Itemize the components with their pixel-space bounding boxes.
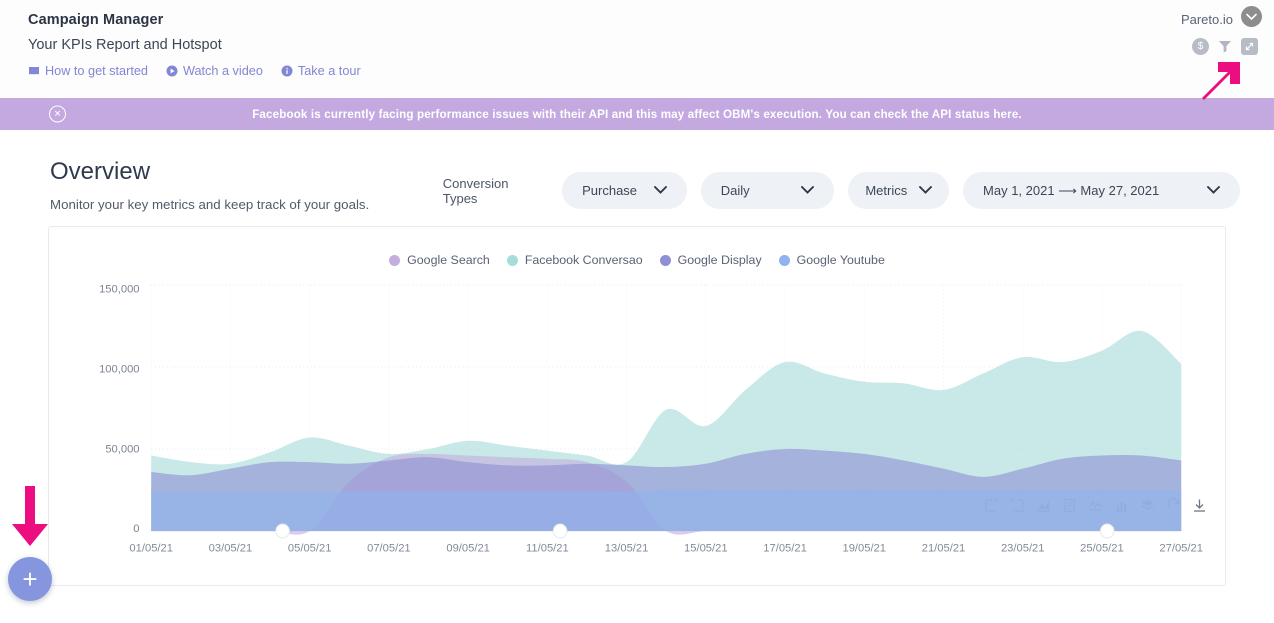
granularity-value: Daily — [721, 183, 750, 198]
legend-color-dot — [507, 255, 518, 266]
chart-legend: Google Search Facebook Conversao Google Di… — [49, 227, 1225, 267]
legend-item[interactable]: Google Display — [660, 253, 762, 267]
range-slider-handle — [276, 524, 290, 538]
page-title: Overview — [50, 158, 443, 186]
main-content: Overview Monitor your key metrics and ke… — [0, 130, 1274, 623]
metrics-dropdown[interactable]: Metrics — [848, 172, 949, 209]
chart-card: Google Search Facebook Conversao Google Di… — [48, 226, 1226, 586]
app-title: Campaign Manager — [28, 12, 1256, 28]
filter-bar: Conversion Types Purchase Daily Metrics — [443, 158, 1240, 209]
legend-label: Google Youtube — [797, 253, 885, 267]
help-links: How to get started Watch a video Take a … — [28, 64, 1256, 78]
area-chart-plot[interactable] — [49, 275, 1225, 575]
add-button[interactable]: + — [8, 557, 52, 601]
conversion-type-value: Purchase — [582, 183, 637, 198]
chevron-down-icon — [919, 185, 932, 197]
banner-close-icon[interactable]: ✕ — [49, 106, 66, 123]
banner-message: Facebook is currently facing performance… — [252, 108, 1022, 121]
filter-funnel-icon[interactable] — [1216, 37, 1234, 55]
legend-item[interactable]: Google Youtube — [779, 253, 885, 267]
legend-label: Google Display — [678, 253, 762, 267]
header-icon-row: $ — [1192, 37, 1258, 55]
help-link-label: Take a tour — [298, 64, 361, 78]
metrics-value: Metrics — [865, 183, 907, 198]
legend-item[interactable]: Google Search — [389, 253, 490, 267]
range-slider-handle — [1100, 524, 1114, 538]
date-range-dropdown[interactable]: May 1, 2021 ⟶ May 27, 2021 — [963, 172, 1240, 209]
expand-icon[interactable] — [1241, 38, 1258, 55]
chevron-down-icon — [801, 185, 814, 197]
book-icon — [28, 65, 40, 77]
help-link-take-tour[interactable]: Take a tour — [281, 64, 361, 78]
app-header: Campaign Manager Your KPIs Report and Ho… — [0, 0, 1274, 98]
granularity-dropdown[interactable]: Daily — [701, 172, 835, 209]
help-link-label: How to get started — [45, 64, 148, 78]
legend-color-dot — [779, 255, 790, 266]
help-link-get-started[interactable]: How to get started — [28, 64, 148, 78]
legend-label: Google Search — [407, 253, 490, 267]
area-series-3 — [151, 490, 1181, 531]
conversion-type-dropdown[interactable]: Purchase — [562, 172, 687, 209]
notification-banner: ✕ Facebook is currently facing performan… — [0, 98, 1274, 130]
help-link-watch-video[interactable]: Watch a video — [166, 64, 263, 78]
dollar-glyph: $ — [1198, 41, 1204, 52]
page-subtitle: Monitor your key metrics and keep track … — [50, 197, 443, 212]
overview-text-block: Overview Monitor your key metrics and ke… — [34, 158, 443, 212]
dollar-icon[interactable]: $ — [1192, 38, 1209, 55]
range-slider-handle — [553, 524, 567, 538]
overview-header-row: Overview Monitor your key metrics and ke… — [34, 130, 1240, 212]
play-circle-icon — [166, 65, 178, 77]
banner-collapse-chevron-down-icon[interactable] — [1241, 6, 1262, 27]
legend-label: Facebook Conversao — [525, 253, 643, 267]
help-link-label: Watch a video — [183, 64, 263, 78]
plus-icon: + — [22, 564, 37, 595]
conversion-types-label: Conversion Types — [443, 176, 546, 206]
legend-color-dot — [389, 255, 400, 266]
app-subtitle: Your KPIs Report and Hotspot — [28, 37, 1256, 53]
chevron-down-icon — [654, 185, 667, 197]
chevron-down-icon — [1207, 185, 1220, 197]
date-range-value: May 1, 2021 ⟶ May 27, 2021 — [983, 183, 1159, 199]
info-circle-icon — [281, 65, 293, 77]
legend-item[interactable]: Facebook Conversao — [507, 253, 643, 267]
legend-color-dot — [660, 255, 671, 266]
account-name: Pareto.io — [1181, 12, 1233, 27]
page-root: Campaign Manager Your KPIs Report and Ho… — [0, 0, 1274, 623]
